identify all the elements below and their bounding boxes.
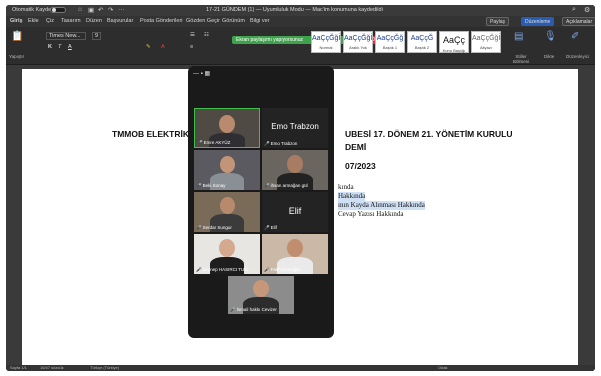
font-color-icon[interactable]: A [161, 44, 165, 50]
tab-tell-me[interactable]: Bilgi ver [250, 18, 270, 24]
font-name-select[interactable]: Times New... [46, 32, 86, 40]
style-normal[interactable]: AaÇçĞğİ Normal [311, 31, 341, 53]
numbering-icon[interactable]: ☷ [204, 32, 209, 38]
dictate-label: Dikte [544, 54, 555, 59]
undo-icon[interactable]: ↶ [98, 6, 103, 14]
save-icon[interactable]: ▣ [88, 6, 94, 14]
zoom-gallery-panel: — ▪ ▦ 🎤Emre AKYÜZ Emo Trabzon 🎤Emo Trabz… [188, 66, 334, 338]
heading-right: UBESİ 17. DÖNEM 21. YÖNETİM KURULU [345, 129, 513, 139]
bullets-icon[interactable]: ☰ [190, 32, 195, 38]
comments-button[interactable]: Açıklamalar [562, 17, 595, 26]
language-status[interactable]: Türkçe (Türkiye) [90, 365, 119, 370]
ribbon: 📋 Yapıştır Times New... 9 K T A ✎ A ☰ ☷ … [6, 27, 595, 65]
participant-tile[interactable]: 🎤İsmail hakkı Cevizer [228, 276, 294, 314]
bold-button[interactable]: K [48, 44, 52, 50]
style-subtitle[interactable]: AaÇçĞğİ Altyazı [471, 31, 501, 53]
tab-insert[interactable]: Ekle [28, 18, 39, 24]
style-no-spacing[interactable]: AaÇçĞğİ Aralık Yok [343, 31, 373, 53]
paste-label: Yapıştır [9, 54, 25, 59]
tab-home[interactable]: Giriş [10, 18, 23, 24]
tab-view[interactable]: Görünüm [222, 18, 245, 24]
participant-tile[interactable]: 🎤Fatih Numoğlu [262, 234, 328, 274]
highlight-icon[interactable]: ✎ [146, 44, 151, 50]
editor-label: Düzenleyici [566, 54, 590, 59]
align-left-icon[interactable]: ≡ [190, 44, 193, 50]
menu-bar: Giriş Ekle Çiz Tasarım Düzen Başvurular … [6, 16, 595, 27]
participant-tile[interactable]: 🎤Beki Sonay [194, 150, 260, 190]
underline-button[interactable]: A [68, 44, 72, 50]
participant-name: 🎤Emre AKYÜZ [197, 140, 231, 145]
styles-pane-label: Stiller Bölmesi [512, 54, 529, 64]
page-count: Sayfa 1/1 [10, 365, 27, 370]
redo-icon[interactable]: ↷ [108, 6, 113, 14]
participant-name: 🎤Emo Trabzon [264, 141, 298, 146]
status-bar: Sayfa 1/1 16/47 sözcük Türkçe (Türkiye) … [6, 365, 595, 371]
share-button[interactable]: Paylaş [486, 17, 510, 26]
heading-left: TMMOB ELEKTRİK M [112, 129, 199, 139]
participant-name: 🎤Fatih Numoğlu [264, 267, 300, 272]
participant-name: 🎤ihsan armağan gül [264, 183, 308, 188]
meeting-date: 07/2023 [345, 161, 376, 171]
microphone-icon[interactable]: 🎙 [544, 31, 557, 42]
participant-placeholder-name: Emo Trabzon [271, 122, 319, 131]
home-icon[interactable]: ⌂ [78, 6, 82, 13]
participant-placeholder-name: Elif [288, 206, 302, 216]
participant-name: 🎤Elif [264, 225, 277, 230]
tab-references[interactable]: Başvurular [107, 18, 133, 24]
style-heading-1[interactable]: AaÇçĞğ Başlık 1 [375, 31, 405, 53]
participant-name: 🎤İsmail hakkı Cevizer [230, 307, 277, 312]
styles-pane-icon[interactable]: ▤ [514, 31, 523, 42]
participant-tile[interactable]: Elif 🎤Elif [262, 192, 328, 232]
editor-icon[interactable]: ✐ [571, 31, 579, 42]
participant-name: 🎤Serdar Sungur [196, 225, 232, 230]
tab-review[interactable]: Gözden Geçir [186, 18, 220, 24]
document-title: 17-21 GÜNDEM (1) — Uyumluluk Modu — Mac'… [206, 7, 383, 13]
participant-tile[interactable]: 🎤Serdar Sungur [194, 192, 260, 232]
more-icon[interactable]: ··· [118, 6, 125, 13]
tab-mailings[interactable]: Posta Gönderileri [140, 18, 183, 24]
tab-design[interactable]: Tasarım [61, 18, 81, 24]
participant-tile[interactable]: Emo Trabzon 🎤Emo Trabzon [262, 108, 328, 148]
style-title[interactable]: AaÇç Konu Başlığı [439, 31, 469, 53]
paste-icon[interactable]: 📋 [11, 31, 23, 42]
participant-tile[interactable]: 🎤Zeynep HASIRCI TUĞ... [194, 234, 260, 274]
participant-name: 🎤Zeynep HASIRCI TUĞ... [196, 267, 252, 272]
heading-second-line: DEMİ [345, 142, 367, 152]
tab-draw[interactable]: Çiz [46, 18, 54, 24]
search-icon[interactable]: ⌕ [572, 6, 576, 14]
participant-name: 🎤Beki Sonay [196, 183, 226, 188]
gallery-view-controls[interactable]: — ▪ ▦ [193, 70, 210, 77]
title-bar: Otomatik Kaydet ⌂ ▣ ↶ ↷ ··· 17-21 GÜNDEM… [6, 5, 595, 16]
gear-icon[interactable]: ⚙ [584, 6, 590, 14]
tab-layout[interactable]: Düzen [86, 18, 102, 24]
participant-tile[interactable]: 🎤Emre AKYÜZ [194, 108, 260, 148]
font-size-select[interactable]: 9 [92, 32, 102, 40]
editing-button[interactable]: Düzenleme [521, 17, 555, 26]
autosave-label: Otomatik Kaydet [12, 7, 53, 13]
italic-button[interactable]: T [58, 44, 61, 50]
focus-button[interactable]: Odak [438, 365, 448, 370]
autosave-toggle[interactable] [50, 7, 66, 13]
style-heading-2[interactable]: AaÇçĞ Başlık 2 [407, 31, 437, 53]
word-count: 16/47 sözcük [40, 365, 64, 370]
participant-tile[interactable]: 🎤ihsan armağan gül [262, 150, 328, 190]
